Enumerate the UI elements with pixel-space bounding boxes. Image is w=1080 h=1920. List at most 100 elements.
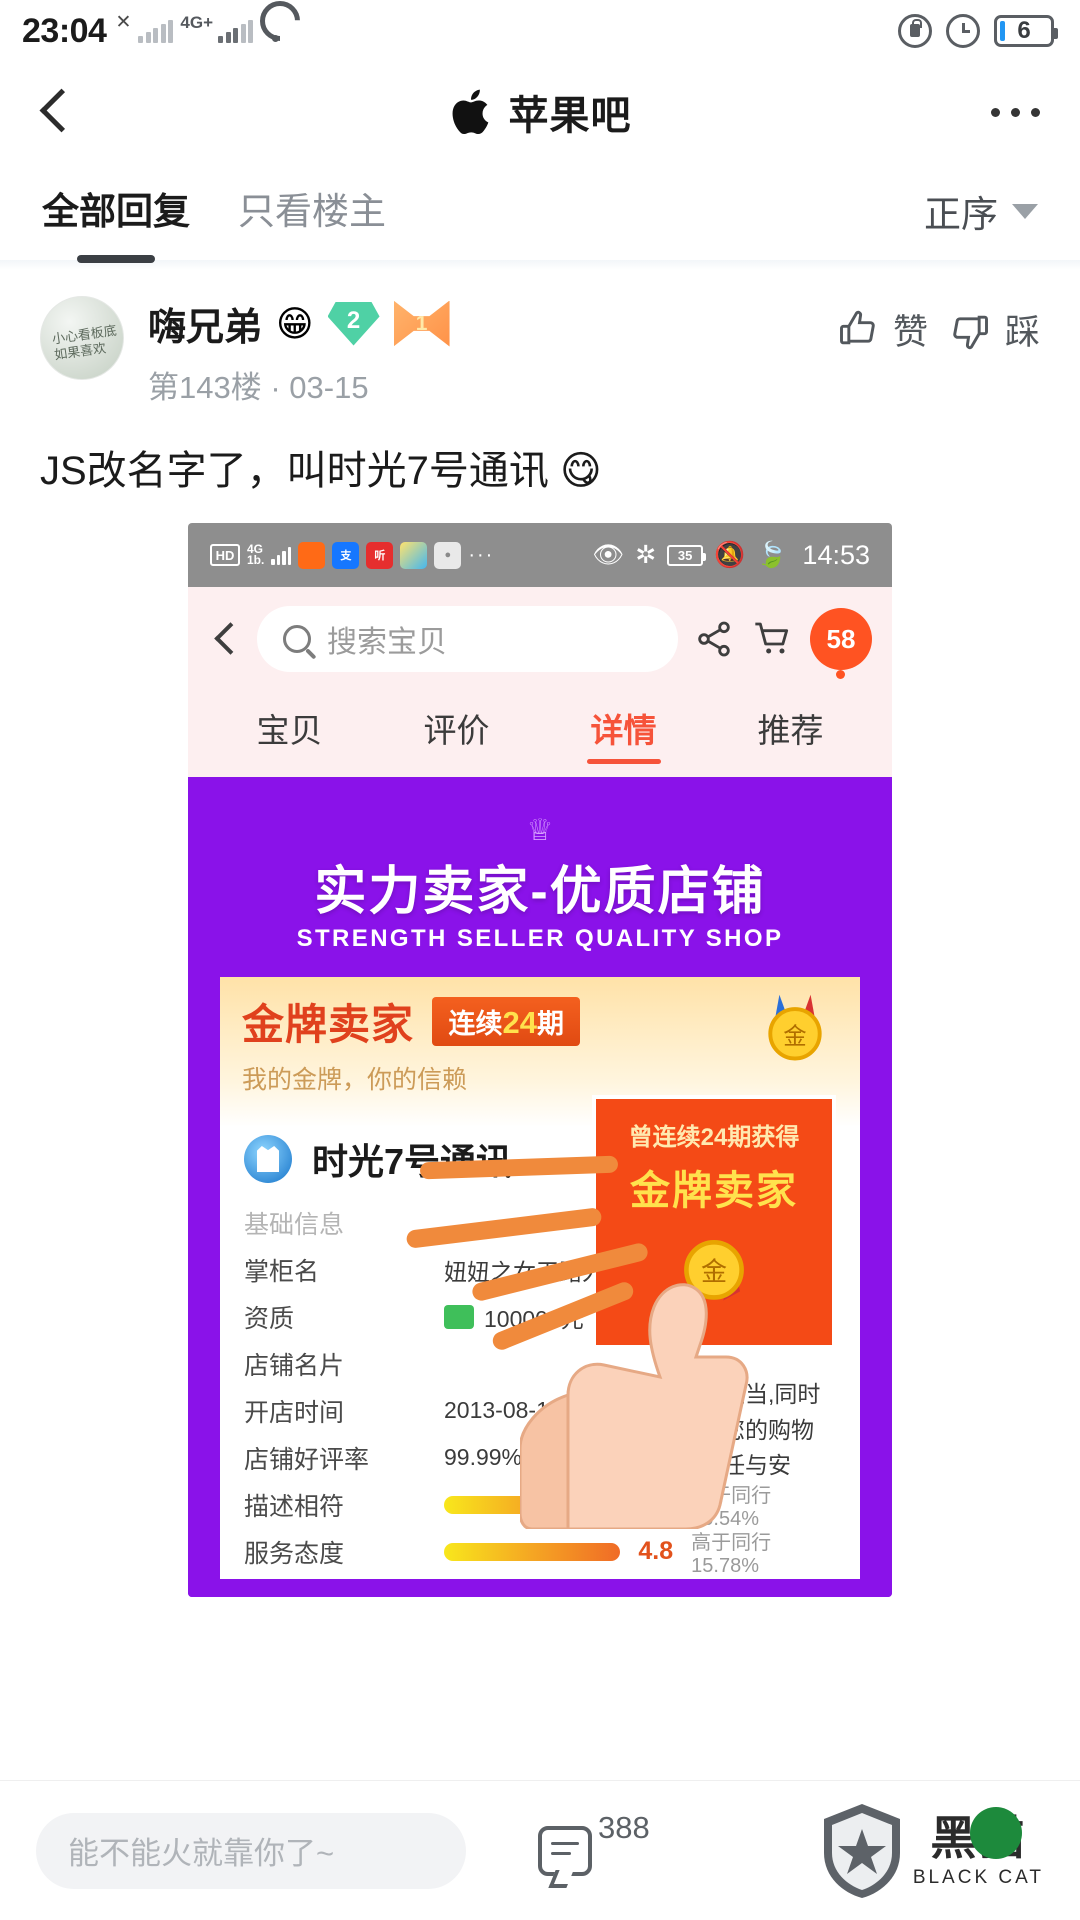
embedded-battery-level: 35 (677, 547, 693, 563)
sort-selector[interactable]: 正序 (924, 184, 1038, 238)
status-bar-right: 6 (898, 14, 1058, 48)
cart-icon[interactable] (750, 619, 794, 659)
award-line1: 曾连续24期获得 (628, 1124, 800, 1151)
embedded-tab-bar: 宝贝 评价 详情 推荐 (188, 691, 892, 777)
embedded-promo-banner: ♕ 实力卖家-优质店铺 STRENGTH SELLER QUALITY SHOP… (188, 777, 892, 1597)
alarm-icon (946, 14, 980, 48)
streak-suffix: 期 (536, 1009, 564, 1039)
wifi-icon (260, 19, 292, 43)
avatar[interactable]: 小心看板底 如果喜欢 (40, 296, 124, 380)
dislike-button[interactable]: 踩 (948, 304, 1040, 355)
lock-rotation-icon (898, 14, 932, 48)
nav-bar: 苹果吧 (0, 62, 1080, 162)
post-image[interactable]: HD 4G 1b. 支 听 ● ··· 👁 ✲ 35 🔕 🍃 14:53 搜索宝… (188, 523, 892, 1597)
level-bow-badge: 1 (393, 300, 450, 347)
sort-label: 正序 (924, 194, 998, 235)
seller-info-card: 金牌卖家 连续24期 我的金牌，你的信赖 金 时光7号通讯 基础信息 掌柜名 妞… (220, 977, 860, 1579)
embedded-tab-item[interactable]: 宝贝 (257, 704, 323, 764)
rating-key: 服务态度 (244, 1539, 345, 1568)
more-options-icon[interactable] (991, 107, 1040, 117)
gold-medal-icon: 金 (768, 994, 822, 1061)
signal-bars-secondary-icon (218, 19, 253, 43)
rating-score: 4.8 (638, 1537, 674, 1565)
level-diamond-value: 2 (346, 307, 361, 334)
promo-title: 实力卖家-优质店铺 (314, 863, 766, 921)
status-overflow-icon: ··· (468, 544, 495, 566)
author-emoji: 😁 (276, 302, 314, 344)
comment-placeholder: 能不能火就靠你了~ (68, 1836, 335, 1871)
info-key: 店铺好评率 (244, 1445, 370, 1474)
streak-number: 24 (502, 1005, 537, 1040)
svg-text:金: 金 (783, 1022, 806, 1050)
author-name[interactable]: 嗨兄弟 (148, 296, 262, 351)
tab-all-replies[interactable]: 全部回复 (42, 181, 190, 241)
comment-count-button[interactable]: 388 (538, 1810, 650, 1876)
post-header: 小心看板底 如果喜欢 嗨兄弟 😁 2 1 第143楼 · 03-15 赞 踩 (40, 296, 1040, 407)
embedded-status-left: HD 4G 1b. 支 听 ● ··· (210, 541, 495, 569)
nav-title-group: 苹果吧 (0, 83, 1080, 141)
like-button[interactable]: 赞 (836, 304, 928, 355)
post-meta: 第143楼 · 03-15 (148, 370, 369, 405)
embedded-search-input[interactable]: 搜索宝贝 (257, 606, 678, 672)
status-bar-left: 23:04 ✕ 4G+ (22, 12, 292, 51)
level-diamond-badge: 2 (327, 301, 380, 346)
gold-seller-slogan: 我的金牌，你的信赖 (242, 1066, 468, 1094)
embedded-battery-icon: 35 (667, 544, 707, 566)
comment-input[interactable]: 能不能火就靠你了~ (36, 1812, 466, 1889)
bottom-bar: 能不能火就靠你了~ 388 黑猫 BLACK CAT (0, 1780, 1080, 1920)
thumbs-up-sticker (520, 1283, 749, 1529)
comment-bubble-icon (538, 1825, 592, 1876)
no-sim-x-icon: ✕ (115, 11, 132, 33)
embedded-time: 14:53 (802, 539, 870, 570)
info-key: 店铺名片 (244, 1351, 345, 1380)
rating-row: 服务态度 4.8 高于同行15.78% (244, 1528, 836, 1577)
embedded-tab-reviews[interactable]: 评价 (424, 704, 490, 764)
shop-crown-badge-icon (244, 1135, 292, 1183)
share-icon[interactable] (694, 619, 734, 659)
shield-star-icon (823, 1803, 900, 1898)
tab-op-only[interactable]: 只看楼主 (238, 181, 386, 241)
section-divider (0, 260, 1080, 270)
embedded-network-bottom: 1b. (247, 553, 265, 567)
rating-row: 物流服务 4.8 高于同行24.05% (244, 1573, 836, 1580)
rating-key: 描述相符 (244, 1492, 345, 1521)
like-label: 赞 (892, 313, 928, 352)
alipay-app-icon: 支 (332, 541, 360, 569)
embedded-status-right: 👁 ✲ 35 🔕 🍃 14:53 (592, 540, 870, 571)
signal-bars-icon (138, 19, 174, 43)
info-key: 掌柜名 (244, 1257, 320, 1286)
battery-level: 6 (1017, 17, 1031, 44)
watermark: 黑猫 BLACK CAT (819, 1801, 1044, 1901)
level-bow-value: 1 (415, 311, 428, 335)
avatar-scrawl: 小心看板底 如果喜欢 (51, 322, 118, 363)
embedded-tab-recommend[interactable]: 推荐 (758, 704, 824, 764)
chevron-down-icon (1012, 203, 1038, 219)
qq-app-icon: ● (434, 541, 462, 569)
watermark-en: BLACK CAT (912, 1866, 1044, 1888)
promo-subtitle: STRENGTH SELLER QUALITY SHOP (296, 925, 784, 952)
back-icon[interactable] (40, 88, 66, 136)
embedded-search-placeholder: 搜索宝贝 (327, 626, 447, 659)
battery-icon: 6 (994, 15, 1058, 47)
crown-icon: ♕ (526, 814, 554, 847)
embedded-search-bar: 搜索宝贝 58 (188, 587, 892, 691)
rating-extra: 高于同行15.78% (691, 1531, 772, 1577)
thumbs-down-icon (953, 315, 988, 349)
rating-bar (444, 1542, 621, 1561)
apple-logo-icon (452, 89, 488, 135)
tab-bar: 全部回复 只看楼主 正序 (0, 162, 1080, 260)
ximalaya-app-icon: 听 (366, 541, 394, 569)
embedded-status-bar: HD 4G 1b. 支 听 ● ··· 👁 ✲ 35 🔕 🍃 14:53 (188, 523, 892, 587)
embedded-signal-bars-icon (271, 545, 292, 565)
bluetooth-icon: ✲ (635, 540, 657, 569)
info-key: 开店时间 (244, 1398, 345, 1427)
info-key: 资质 (244, 1304, 295, 1333)
embedded-tab-details[interactable]: 详情 (591, 704, 657, 764)
network-type-label: 4G+ (180, 13, 213, 32)
leaf-icon: 🍃 (756, 540, 788, 569)
post-actions: 赞 踩 (836, 296, 1040, 355)
rating-extra: 高于同行24.05% (691, 1573, 836, 1580)
embedded-network-label: 4G 1b. (247, 543, 265, 567)
hd-icon: HD (210, 544, 240, 566)
embedded-back-icon[interactable] (216, 623, 233, 655)
